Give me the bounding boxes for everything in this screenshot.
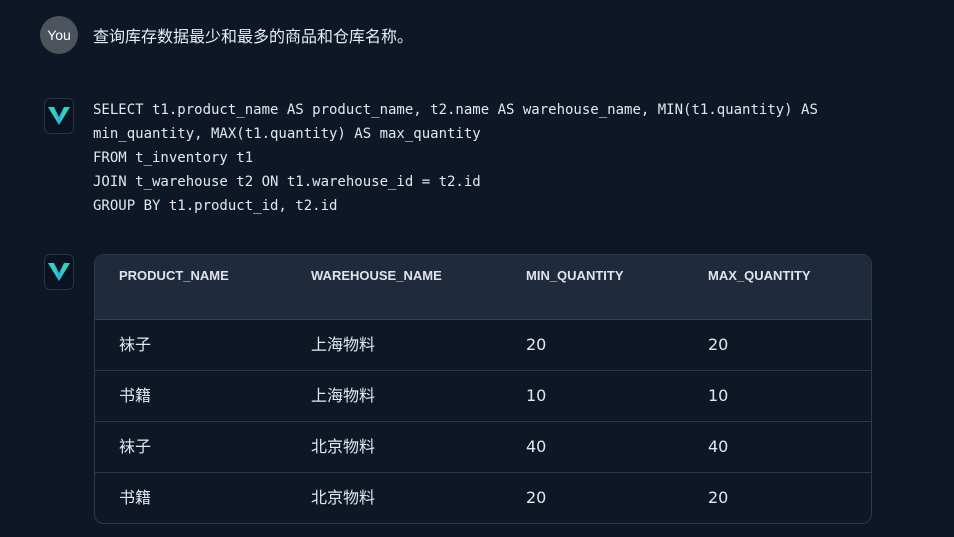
sql-line: FROM t_inventory t1 bbox=[93, 150, 254, 166]
column-header-min-quantity: MIN_QUANTITY bbox=[526, 268, 624, 283]
column-header-max-quantity: MAX_QUANTITY bbox=[708, 268, 811, 283]
cell-warehouse-name: 北京物料 bbox=[311, 437, 376, 456]
cell-min-quantity: 40 bbox=[526, 437, 547, 456]
cell-warehouse-name: 上海物料 bbox=[311, 335, 376, 354]
cell-product-name: 袜子 bbox=[119, 437, 152, 456]
cell-product-name: 书籍 bbox=[119, 386, 152, 405]
cell-product-name: 袜子 bbox=[119, 335, 152, 354]
sql-line: GROUP BY t1.product_id, t2.id bbox=[93, 198, 338, 214]
sql-line: min_quantity, MAX(t1.quantity) AS max_qu… bbox=[93, 126, 481, 142]
column-header-warehouse-name: WAREHOUSE_NAME bbox=[311, 268, 442, 283]
user-avatar: You bbox=[40, 16, 78, 54]
v-logo-icon bbox=[48, 263, 70, 281]
chat-page: You 查询库存数据最少和最多的商品和仓库名称。 SELECT t1.produ… bbox=[0, 0, 954, 537]
cell-product-name: 书籍 bbox=[119, 488, 152, 507]
cell-max-quantity: 20 bbox=[708, 488, 729, 507]
table-row: 书籍 北京物料 20 20 bbox=[95, 473, 871, 523]
result-table: PRODUCT_NAME WAREHOUSE_NAME MIN_QUANTITY… bbox=[94, 254, 872, 524]
cell-warehouse-name: 北京物料 bbox=[311, 488, 376, 507]
cell-warehouse-name: 上海物料 bbox=[311, 386, 376, 405]
cell-min-quantity: 20 bbox=[526, 335, 547, 354]
table-row: 袜子 北京物料 40 40 bbox=[95, 422, 871, 473]
user-avatar-label: You bbox=[47, 27, 71, 43]
sql-line: SELECT t1.product_name AS product_name, … bbox=[93, 102, 818, 118]
cell-min-quantity: 10 bbox=[526, 386, 547, 405]
assistant-avatar bbox=[44, 98, 74, 134]
assistant-avatar bbox=[44, 254, 74, 290]
v-logo-icon bbox=[48, 107, 70, 125]
table-header: PRODUCT_NAME WAREHOUSE_NAME MIN_QUANTITY… bbox=[95, 255, 871, 320]
sql-code-block: SELECT t1.product_name AS product_name, … bbox=[93, 98, 818, 218]
cell-max-quantity: 10 bbox=[708, 386, 729, 405]
table-row: 书籍 上海物料 10 10 bbox=[95, 371, 871, 422]
column-header-product-name: PRODUCT_NAME bbox=[119, 268, 229, 283]
table-row: 袜子 上海物料 20 20 bbox=[95, 320, 871, 371]
user-message: 查询库存数据最少和最多的商品和仓库名称。 bbox=[93, 27, 414, 46]
cell-min-quantity: 20 bbox=[526, 488, 547, 507]
sql-line: JOIN t_warehouse t2 ON t1.warehouse_id =… bbox=[93, 174, 481, 190]
cell-max-quantity: 20 bbox=[708, 335, 729, 354]
cell-max-quantity: 40 bbox=[708, 437, 729, 456]
